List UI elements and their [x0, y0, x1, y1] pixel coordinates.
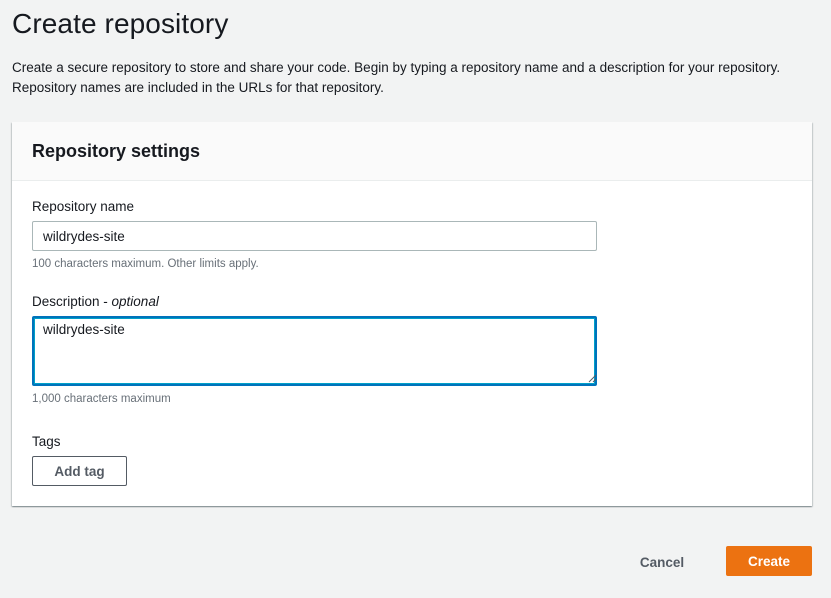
create-repository-page: Create repository Create a secure reposi…	[0, 0, 831, 598]
resize-grip-icon[interactable]	[588, 374, 597, 383]
description-label-text: Description	[32, 294, 100, 309]
description-label: Description - optional	[32, 294, 159, 309]
create-button[interactable]: Create	[726, 546, 812, 576]
page-description: Create a secure repository to store and …	[12, 60, 781, 95]
repository-settings-panel: Repository settings Repository name 100 …	[12, 122, 812, 506]
cancel-button[interactable]: Cancel	[630, 548, 694, 576]
repository-name-label: Repository name	[32, 199, 135, 214]
add-tag-button[interactable]: Add tag	[32, 456, 127, 486]
panel-title: Repository settings	[32, 141, 201, 161]
description-textarea[interactable]: wildrydes-site	[32, 316, 597, 386]
page-title: Create repository	[12, 8, 229, 39]
panel-header: Repository settings	[12, 122, 812, 181]
description-hint: 1,000 characters maximum	[32, 393, 171, 405]
repository-name-input[interactable]	[32, 221, 597, 251]
repository-name-hint: 100 characters maximum. Other limits app…	[32, 258, 259, 270]
description-optional-text: optional	[111, 294, 159, 309]
tags-label: Tags	[32, 434, 61, 449]
